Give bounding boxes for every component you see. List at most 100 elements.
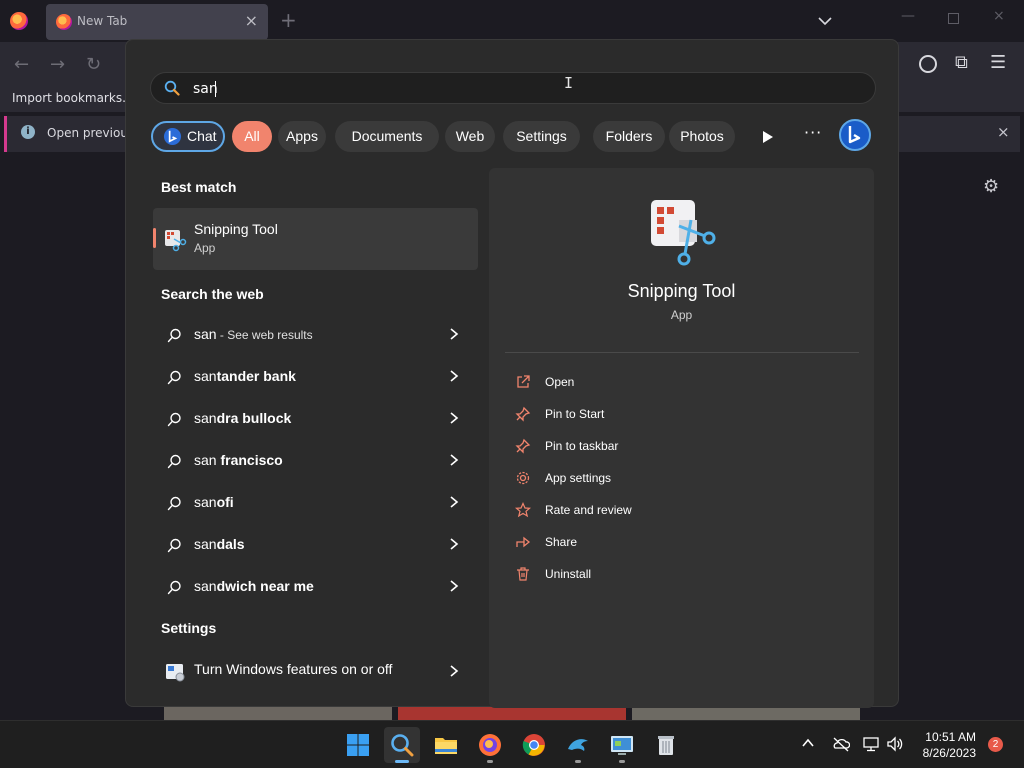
chrome-icon <box>522 734 545 756</box>
settings-result-windows-features[interactable]: Turn Windows features on or off <box>153 652 478 690</box>
dolphin-icon <box>568 739 588 751</box>
pin-icon <box>515 406 531 422</box>
filter-settings[interactable]: Settings <box>503 121 580 152</box>
import-bookmarks-link[interactable]: Import bookmarks... <box>12 91 134 105</box>
web-result-label: san - See web results <box>194 326 313 342</box>
forward-arrow-icon[interactable]: → <box>50 54 65 75</box>
taskbar-search-button[interactable] <box>384 727 420 763</box>
preview-app-type: App <box>670 308 693 322</box>
action-pin-to-taskbar[interactable]: Pin to taskbar <box>513 432 843 460</box>
running-indicator <box>487 760 493 763</box>
taskbar-dolphin-emulator[interactable] <box>560 727 596 763</box>
best-match-snipping-tool[interactable]: Snipping Tool App <box>153 208 478 270</box>
filter-documents[interactable]: Documents <box>335 121 439 152</box>
search-input[interactable] <box>193 79 843 99</box>
site-thumbnail[interactable] <box>164 706 392 720</box>
back-arrow-icon[interactable]: ← <box>14 54 29 75</box>
close-icon[interactable]: × <box>997 123 1010 141</box>
notification-count-badge[interactable]: 2 <box>988 737 1003 752</box>
top-sites-thumbnails <box>164 706 860 720</box>
action-label: Rate and review <box>545 503 632 517</box>
more-options-icon[interactable]: ··· <box>804 123 822 142</box>
volume-icon[interactable] <box>886 735 904 753</box>
reload-icon[interactable]: ↻ <box>86 54 101 75</box>
browser-tab-new-tab[interactable]: New Tab × <box>46 4 268 40</box>
action-share[interactable]: Share <box>513 528 843 556</box>
bing-chat-icon <box>163 127 182 146</box>
share-icon <box>516 536 531 548</box>
search-icon <box>391 734 414 757</box>
window-minimize-icon[interactable]: — <box>901 8 915 24</box>
site-thumbnail[interactable] <box>398 706 626 720</box>
chevron-up-icon[interactable] <box>801 737 815 749</box>
chevron-right-icon <box>450 370 459 382</box>
recycle-bin-icon <box>658 736 674 755</box>
site-thumbnail[interactable] <box>632 706 860 720</box>
filter-chat[interactable]: Chat <box>151 121 225 152</box>
filter-photos[interactable]: Photos <box>669 121 735 152</box>
search-box[interactable] <box>150 72 876 104</box>
clock-time[interactable]: 10:51 AM <box>920 730 976 744</box>
new-tab-plus-icon[interactable]: + <box>280 8 297 32</box>
filter-web[interactable]: Web <box>445 121 495 152</box>
play-icon[interactable] <box>757 127 777 147</box>
filter-apps[interactable]: Apps <box>278 121 326 152</box>
text-caret <box>215 81 216 97</box>
tab-close-icon[interactable]: × <box>245 11 258 30</box>
selection-accent <box>153 228 156 248</box>
chevron-down-icon[interactable] <box>816 12 834 30</box>
window-maximize-icon[interactable] <box>948 13 959 24</box>
taskbar-chrome[interactable] <box>516 727 552 763</box>
taskbar-control-panel[interactable] <box>604 727 640 763</box>
action-label: App settings <box>545 471 612 485</box>
preview-app-name: Snipping Tool <box>627 281 736 301</box>
pin-icon <box>515 438 531 454</box>
web-result[interactable]: san - See web results <box>153 316 478 354</box>
web-result-label: sandals <box>194 536 245 552</box>
windows-search-panel: I Chat All Apps Documents Web Settings F… <box>125 39 899 708</box>
action-pin-to-start[interactable]: Pin to Start <box>513 400 843 428</box>
taskbar-firefox[interactable] <box>472 727 508 763</box>
web-result[interactable]: sandwich near me <box>153 568 478 606</box>
hamburger-menu-icon[interactable]: ☰ <box>990 52 1006 73</box>
search-icon <box>167 370 181 385</box>
best-match-type: App <box>194 241 216 255</box>
web-result[interactable]: san francisco <box>153 442 478 480</box>
web-result[interactable]: sandals <box>153 526 478 564</box>
web-result[interactable]: sanofi <box>153 484 478 522</box>
chevron-right-icon <box>450 538 459 550</box>
star-icon <box>515 502 531 518</box>
search-icon <box>164 80 180 96</box>
action-uninstall[interactable]: Uninstall <box>513 560 843 588</box>
web-result[interactable]: santander bank <box>153 358 478 396</box>
trash-icon <box>517 567 529 581</box>
web-result[interactable]: sandra bullock <box>153 400 478 438</box>
taskbar-file-explorer[interactable] <box>428 727 464 763</box>
action-app-settings[interactable]: App settings <box>513 464 843 492</box>
taskbar-recycle-bin[interactable] <box>648 727 684 763</box>
filter-chat-label: Chat <box>187 128 217 144</box>
web-result-label: sanofi <box>194 494 234 510</box>
extensions-icon[interactable]: ⧉ <box>955 52 968 73</box>
active-indicator <box>395 760 409 763</box>
onedrive-icon[interactable] <box>832 735 850 753</box>
best-match-heading: Best match <box>161 179 237 195</box>
gear-icon[interactable]: ⚙ <box>983 176 999 197</box>
snipping-tool-icon <box>165 230 187 252</box>
firefox-logo-icon[interactable] <box>10 12 28 30</box>
action-rate-and-review[interactable]: Rate and review <box>513 496 843 524</box>
search-web-heading: Search the web <box>161 286 264 302</box>
start-button[interactable] <box>340 727 376 763</box>
filter-all[interactable]: All <box>232 121 272 152</box>
account-icon[interactable] <box>919 55 937 73</box>
network-icon[interactable] <box>862 735 880 753</box>
filter-folders[interactable]: Folders <box>593 121 665 152</box>
action-open[interactable]: Open <box>513 368 843 396</box>
search-icon <box>167 496 181 511</box>
taskbar: 10:51 AM 8/26/2023 2 <box>0 720 1024 768</box>
bing-icon[interactable] <box>838 118 872 152</box>
window-close-icon[interactable]: × <box>993 8 1005 24</box>
chevron-right-icon <box>450 454 459 466</box>
firefox-icon <box>479 734 501 756</box>
clock-date[interactable]: 8/26/2023 <box>916 746 976 760</box>
